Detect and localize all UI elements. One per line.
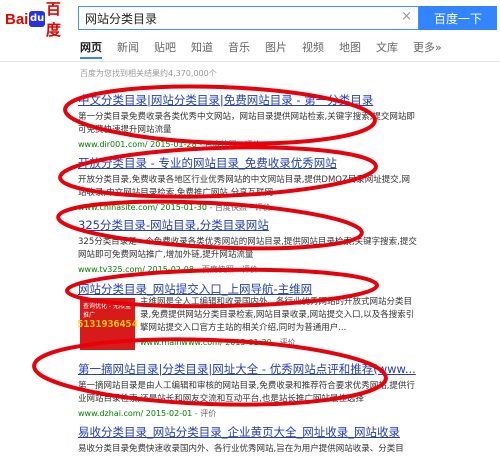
result-url: www.chinasite.com/ 2015-01-30 - 百度快照 - 评… <box>78 202 418 213</box>
thumbnail-phone: 5131936454 <box>77 318 138 330</box>
tab-music[interactable]: 音乐 <box>228 39 250 59</box>
result-snippet: 主维网是全人工编辑和收录国内外、各行业优秀网站的开放式网站分类目录,免费提供网站… <box>140 297 415 333</box>
result-extra-links[interactable]: - 评价 <box>274 338 295 347</box>
result-url-text: www.dir001.com/ 2015-01-28 <box>78 140 197 149</box>
result-url: www.tv325.com/ 2015-02-08 - 百度快照 - 评价 <box>78 264 418 275</box>
tab-images[interactable]: 图片 <box>265 39 287 59</box>
result-thumbnail[interactable]: 查询优化 - 无限量推广 5131936454 <box>77 298 138 350</box>
result-snippet: 第一摘网站目录是由人工编辑和审核的网站目录,免费收录和推荐符合要求优秀网站,提供… <box>78 381 415 404</box>
thumbnail-caption: 查询优化 - 无限量推广 <box>83 303 131 319</box>
result-url: www.mainwww.com/ 2015-01-30 - 评价 <box>140 337 420 348</box>
result-extra-links[interactable]: - 评价 <box>195 409 216 418</box>
result-extra-links[interactable]: - 百度快照 - 评价 <box>199 140 260 149</box>
baidu-logo[interactable]: Bai du 百度 <box>5 1 75 39</box>
result-extra-links[interactable]: - 百度快照 - 评价 <box>196 265 257 274</box>
nav-tabs: 网页 新闻 贴吧 知道 音乐 图片 视频 地图 文库 更多» <box>80 39 457 59</box>
result-title-link[interactable]: 开放分类目录 - 专业的网站目录_免费收录优秀网站 <box>78 155 418 171</box>
result-url-text: www.chinasite.com/ 2015-01-30 <box>78 203 207 212</box>
result-snippet: 易收分类目录免费快速收录国内外、各行业优秀网站,旨在为用户提供网站收录、分类目录… <box>78 444 404 454</box>
search-button[interactable]: 百度一下 <box>419 6 497 30</box>
result-title-link[interactable]: 第一摘网站目录|分类目录|网址大全 - 优秀网站点评和推荐(www... <box>78 361 418 377</box>
search-input[interactable] <box>79 7 385 29</box>
result-item: 中文分类目录|网站分类目录|免费网站目录 - 第一分类目录 第一分类目录免费收录… <box>78 92 418 150</box>
result-item: 第一摘网站目录|分类目录|网址大全 - 优秀网站点评和推荐(www... 第一摘… <box>78 361 418 419</box>
header-divider <box>0 61 500 62</box>
result-item: 开放分类目录 - 专业的网站目录_免费收录优秀网站 开放分类目录,免费收录各地区… <box>78 155 418 213</box>
result-snippet: 开放分类目录,免费收录各地区行业优秀网站的中文网站目录,提供DMOZ目录网址提交… <box>78 175 411 198</box>
logo-baidu-text: 百度 <box>45 1 61 39</box>
result-snippet: 第一分类目录免费收录各类优秀中文网站，网站目录提供网站检索,关键字搜索,提交网站… <box>78 112 415 135</box>
tab-tieba[interactable]: 贴吧 <box>154 39 176 59</box>
result-item: 网站分类目录_网站提交入口_上网导航-主维网 <box>78 281 418 297</box>
result-title-link[interactable]: 易收分类目录_网站分类目录_企业黄页大全_网址收录_网站收录 <box>78 424 418 440</box>
result-extra-links[interactable]: - 百度快照 - 评价 <box>209 203 270 212</box>
tab-wenku[interactable]: 文库 <box>376 39 398 59</box>
tab-news[interactable]: 新闻 <box>117 39 139 59</box>
header: Bai du 百度 × 百度一下 网页 新闻 贴吧 知道 音乐 图片 视频 地图… <box>0 0 500 62</box>
tab-web[interactable]: 网页 <box>80 39 102 59</box>
tab-video[interactable]: 视频 <box>302 39 324 59</box>
search-box[interactable]: × <box>78 6 419 30</box>
tab-map[interactable]: 地图 <box>339 39 361 59</box>
clear-icon[interactable]: × <box>401 9 412 24</box>
result-item: 325分类目录-网站目录,分类目录网站 325分类目录是一个免费收录各类优秀网站… <box>78 217 418 275</box>
tab-zhidao[interactable]: 知道 <box>191 39 213 59</box>
paw-icon: du <box>29 11 45 27</box>
logo-bai-text: Bai <box>5 10 29 28</box>
result-url-text: www.mainwww.com/ 2015-01-30 <box>140 338 272 347</box>
results-count: 百度为您找到相关结果约4,370,000个 <box>80 69 217 78</box>
result-title-link[interactable]: 325分类目录-网站目录,分类目录网站 <box>78 217 418 233</box>
result-item: 易收分类目录_网站分类目录_企业黄页大全_网址收录_网站收录 易收分类目录免费快… <box>78 424 418 456</box>
tab-more[interactable]: 更多» <box>413 39 442 59</box>
result-url: www.dzhai.com/ 2015-02-01 - 评价 <box>78 408 418 419</box>
result-url-text: www.tv325.com/ 2015-02-08 <box>78 265 194 274</box>
result-title-link[interactable]: 中文分类目录|网站分类目录|免费网站目录 - 第一分类目录 <box>78 92 418 108</box>
result-item-body: 主维网是全人工编辑和收录国内外、各行业优秀网站的开放式网站分类目录,免费提供网站… <box>140 296 420 348</box>
result-title-link[interactable]: 网站分类目录_网站提交入口_上网导航-主维网 <box>78 281 418 297</box>
result-url: www.dir001.com/ 2015-01-28 - 百度快照 - 评价 <box>78 139 418 150</box>
result-url-text: www.dzhai.com/ 2015-02-01 <box>78 409 193 418</box>
result-snippet: 325分类目录是一个免费收录各类优秀网站的网站目录,提供网站目录检索,关键字搜索… <box>78 237 417 260</box>
